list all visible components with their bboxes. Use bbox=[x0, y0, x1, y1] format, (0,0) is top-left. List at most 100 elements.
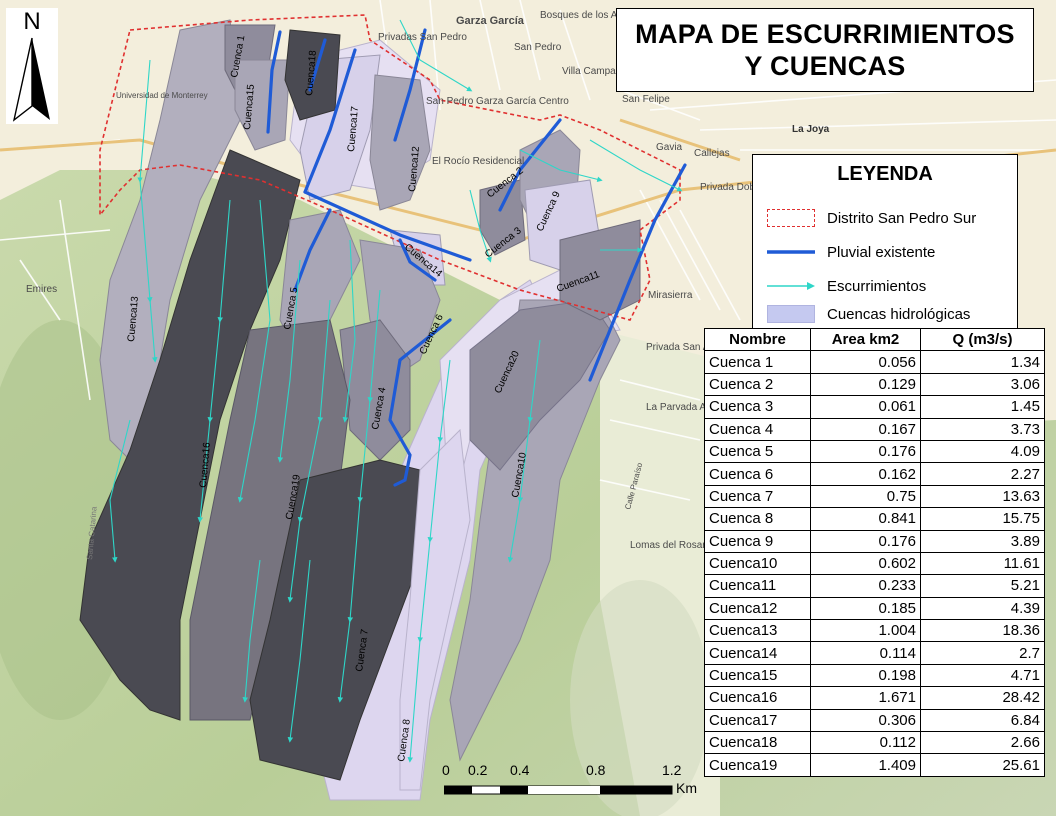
blue-line-icon bbox=[767, 250, 815, 254]
legend-title: LEYENDA bbox=[837, 163, 933, 185]
place-label: Emires bbox=[26, 284, 57, 295]
cell-area: 0.841 bbox=[810, 507, 921, 531]
place-label: San Pedro bbox=[514, 42, 562, 53]
cell-area: 1.671 bbox=[810, 686, 921, 710]
table-row: Cuenca 8 0.841 15.75 bbox=[704, 507, 1045, 531]
cell-q: 4.09 bbox=[920, 439, 1045, 464]
cell-name: Cuenca11 bbox=[704, 574, 811, 598]
place-label: San Pedro Garza García Centro bbox=[426, 96, 569, 107]
cell-name: Cuenca14 bbox=[704, 641, 811, 665]
cell-name: Cuenca19 bbox=[704, 753, 811, 777]
cell-area: 0.114 bbox=[810, 641, 921, 665]
cell-q: 11.61 bbox=[920, 551, 1045, 576]
scale-tick-label: 0.4 bbox=[510, 762, 530, 778]
cell-name: Cuenca10 bbox=[704, 551, 811, 576]
cyan-arrow-line-icon bbox=[767, 282, 815, 290]
cell-area: 0.75 bbox=[810, 484, 921, 509]
cell-area: 0.602 bbox=[810, 551, 921, 576]
scale-tick-label: 1.2 bbox=[662, 762, 682, 778]
scale-tick-label: 0.8 bbox=[586, 762, 606, 778]
cell-name: Cuenca 7 bbox=[704, 484, 811, 509]
table-row: Cuenca16 1.671 28.42 bbox=[704, 686, 1045, 710]
cell-area: 0.056 bbox=[810, 350, 921, 374]
cell-name: Cuenca 1 bbox=[704, 350, 811, 374]
cell-q: 4.39 bbox=[920, 596, 1045, 621]
table-row: Cuenca 7 0.75 13.63 bbox=[704, 484, 1045, 509]
cell-area: 0.176 bbox=[810, 439, 921, 464]
cell-name: Cuenca16 bbox=[704, 686, 811, 710]
scale-bar-graphic bbox=[444, 785, 673, 795]
cell-q: 25.61 bbox=[920, 753, 1045, 777]
cell-q: 3.06 bbox=[920, 372, 1045, 397]
cell-area: 0.167 bbox=[810, 417, 921, 441]
cell-q: 2.7 bbox=[920, 641, 1045, 665]
place-label: San Felipe bbox=[622, 94, 670, 105]
cell-q: 28.42 bbox=[920, 686, 1045, 710]
cell-area: 0.306 bbox=[810, 708, 921, 733]
table-row: Cuenca 6 0.162 2.27 bbox=[704, 462, 1045, 486]
cell-q: 2.27 bbox=[920, 462, 1045, 486]
legend-label: Distrito San Pedro Sur bbox=[827, 210, 977, 227]
scale-tick-label: 0.2 bbox=[468, 762, 488, 778]
header-area: Area km2 bbox=[810, 327, 921, 352]
table-row: Cuenca15 0.198 4.71 bbox=[704, 663, 1045, 688]
legend: LEYENDA Distrito San Pedro Sur Pluvial e… bbox=[752, 154, 1018, 330]
table-row: Cuenca18 0.112 2.66 bbox=[704, 731, 1045, 755]
lavender-fill-icon bbox=[767, 305, 815, 323]
table-row: Cuenca 3 0.061 1.45 bbox=[704, 395, 1045, 419]
cell-name: Cuenca13 bbox=[704, 619, 811, 643]
north-label: N bbox=[23, 8, 41, 35]
dashed-red-box-icon bbox=[767, 209, 815, 227]
cell-area: 0.162 bbox=[810, 462, 921, 486]
cell-area: 0.198 bbox=[810, 663, 921, 688]
cell-q: 1.34 bbox=[920, 350, 1045, 374]
table-row: Cuenca13 1.004 18.36 bbox=[704, 619, 1045, 643]
basin-table: Nombre Area km2 Q (m3/s) Cuenca 1 0.056 1.… bbox=[704, 327, 1045, 777]
cell-name: Cuenca18 bbox=[704, 731, 811, 755]
cell-q: 3.89 bbox=[920, 529, 1045, 553]
table-header-row: Nombre Area km2 Q (m3/s) bbox=[704, 327, 1045, 352]
cell-q: 5.21 bbox=[920, 574, 1045, 598]
cell-q: 4.71 bbox=[920, 663, 1045, 688]
legend-item-basins: Cuencas hidrológicas bbox=[767, 303, 1017, 327]
cell-name: Cuenca 5 bbox=[704, 439, 811, 464]
cell-area: 1.409 bbox=[810, 753, 921, 777]
cell-q: 13.63 bbox=[920, 484, 1045, 509]
scale-tick-label: 0 bbox=[442, 762, 450, 778]
legend-label: Escurrimientos bbox=[827, 278, 927, 295]
cell-q: 18.36 bbox=[920, 619, 1045, 643]
place-label: Universidad de Monterrey bbox=[116, 91, 208, 100]
legend-item-district: Distrito San Pedro Sur bbox=[767, 207, 1017, 231]
cell-q: 3.73 bbox=[920, 417, 1045, 441]
table-row: Cuenca 9 0.176 3.89 bbox=[704, 529, 1045, 553]
cell-q: 6.84 bbox=[920, 708, 1045, 733]
legend-label: Pluvial existente bbox=[827, 244, 936, 261]
legend-item-pluvial: Pluvial existente bbox=[767, 241, 1017, 265]
title-line2: Y CUENCAS bbox=[744, 51, 906, 81]
table-row: Cuenca17 0.306 6.84 bbox=[704, 708, 1045, 733]
table-row: Cuenca10 0.602 11.61 bbox=[704, 551, 1045, 576]
table-row: Cuenca 2 0.129 3.06 bbox=[704, 372, 1045, 397]
place-label: Mirasierra bbox=[648, 290, 693, 301]
cell-area: 1.004 bbox=[810, 619, 921, 643]
table-row: Cuenca14 0.114 2.7 bbox=[704, 641, 1045, 665]
table-row: Cuenca 1 0.056 1.34 bbox=[704, 350, 1045, 374]
scale-bar: 0 0.2 0.4 0.8 1.2 Km bbox=[440, 762, 710, 798]
place-label: El Rocío Residencial bbox=[432, 156, 524, 167]
north-arrow-icon bbox=[12, 37, 50, 122]
map-title: MAPA DE ESCURRIMIENTOS Y CUENCAS bbox=[616, 8, 1034, 92]
legend-item-runoff: Escurrimientos bbox=[767, 275, 1017, 299]
cell-name: Cuenca 6 bbox=[704, 462, 811, 486]
cell-area: 0.129 bbox=[810, 372, 921, 397]
cell-area: 0.061 bbox=[810, 395, 921, 419]
header-nombre: Nombre bbox=[704, 327, 811, 352]
cell-area: 0.233 bbox=[810, 574, 921, 598]
cell-name: Cuenca 2 bbox=[704, 372, 811, 397]
place-label: Gavia bbox=[656, 142, 683, 153]
cell-area: 0.112 bbox=[810, 731, 921, 755]
title-line1: MAPA DE ESCURRIMIENTOS bbox=[635, 19, 1015, 49]
place-label: Callejas bbox=[694, 148, 730, 159]
cell-name: Cuenca 9 bbox=[704, 529, 811, 553]
cell-name: Cuenca12 bbox=[704, 596, 811, 621]
north-arrow: N bbox=[6, 8, 58, 124]
